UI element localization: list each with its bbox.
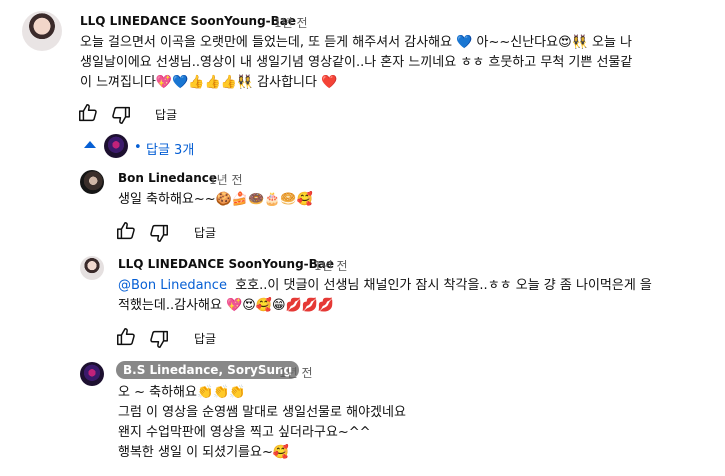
reply-author[interactable]: LLQ LINEDANCE SoonYoung-Bae xyxy=(118,257,334,271)
caret-up-icon xyxy=(84,141,96,148)
reply-text-line: 그럼 이 영상을 순영쌤 말대로 생일선물로 해야겠네요 xyxy=(118,405,406,420)
avatar[interactable] xyxy=(80,170,104,194)
dislike-icon xyxy=(112,106,130,124)
like-icon xyxy=(79,104,97,122)
dislike-button[interactable] xyxy=(148,222,170,244)
dislike-icon xyxy=(150,224,168,242)
like-icon xyxy=(117,222,135,240)
avatar xyxy=(104,134,128,158)
comment-text-line: 이 느껴집니다💖💙👍👍👍👯‍♀️ 감사합니다 ❤️ xyxy=(80,75,338,90)
reply-time[interactable]: 1년 전 xyxy=(314,257,348,274)
dislike-icon xyxy=(150,330,168,348)
avatar[interactable] xyxy=(22,11,62,51)
comment-text-line: 생일날이에요 선생님..영상이 내 생일기념 영상같이..나 혼자 느끼네요 ㅎ… xyxy=(80,55,633,70)
reply-text-line: 생일 축하해요~~🍪🍰🍩🎂🥯🥰 xyxy=(118,192,313,207)
avatar[interactable] xyxy=(80,256,104,280)
reply-time[interactable]: 1년 전 xyxy=(209,171,243,188)
reply-author[interactable]: Bon Linedance xyxy=(118,171,217,185)
like-button[interactable] xyxy=(77,102,99,124)
like-icon xyxy=(117,328,135,346)
reply-text-line: 적했는데..감사해요 💖😍🥰😁💋💋💋 xyxy=(118,298,335,313)
comment-author[interactable]: LLQ LINEDANCE SoonYoung-Bae xyxy=(80,14,296,28)
separator-dot: • xyxy=(134,140,142,155)
reply-time[interactable]: 1년 전 xyxy=(279,364,313,381)
reply-text-line: 왠지 수업막판에 영상을 찍고 싶더라구요~^^ xyxy=(118,425,371,440)
comment-time[interactable]: 1년 전 xyxy=(274,14,308,31)
comment-text-line: 오늘 걸으면서 이곡을 오랫만에 들었는데, 또 듣게 해주셔서 감사해요 💙 … xyxy=(80,35,632,50)
reply-button[interactable]: 답글 xyxy=(155,106,177,123)
mention-link[interactable]: @Bon Linedance xyxy=(118,278,227,293)
reply-button[interactable]: 답글 xyxy=(194,330,216,347)
like-button[interactable] xyxy=(115,220,137,242)
replies-count-label: 답글 3개 xyxy=(146,143,195,158)
reply-text-line: 오 ~ 축하해요👏👏👏 xyxy=(118,385,246,400)
reply-text-line: @Bon Linedance 호호..이 댓글이 선생님 채널인가 잠시 착각을… xyxy=(118,278,652,293)
like-button[interactable] xyxy=(115,326,137,348)
dislike-button[interactable] xyxy=(148,328,170,350)
avatar[interactable] xyxy=(80,362,104,386)
reply-button[interactable]: 답글 xyxy=(194,224,216,241)
reply-text-line: 행복한 생일 이 되셨기를요~🥰 xyxy=(118,445,290,460)
dislike-button[interactable] xyxy=(110,104,132,126)
creator-badge-author[interactable]: B.S Linedance, SorySung xyxy=(116,361,300,379)
